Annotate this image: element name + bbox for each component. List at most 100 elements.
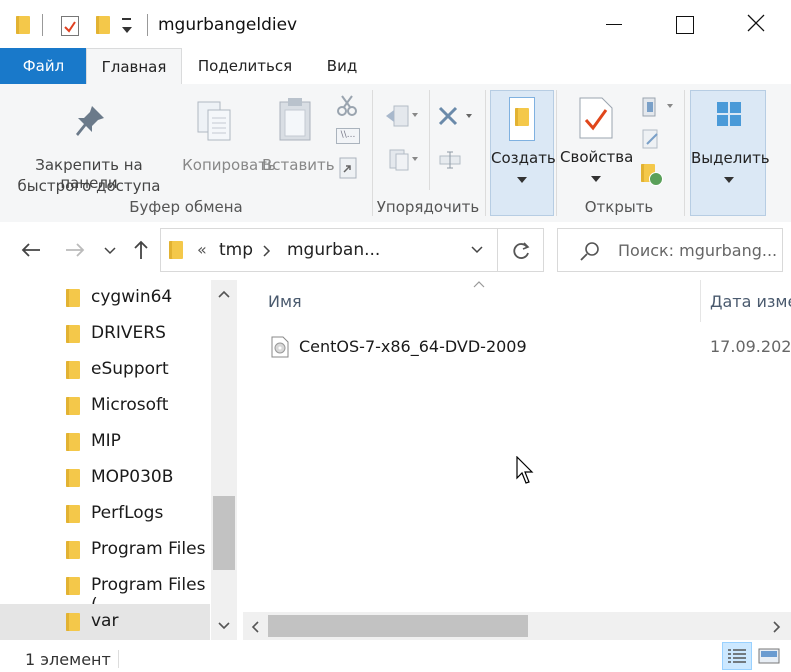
tab-view[interactable]: Вид — [312, 48, 372, 84]
chevron-down-icon — [517, 177, 527, 183]
large-icons-view-icon — [758, 648, 780, 664]
select-label: Выделить — [691, 149, 770, 167]
nav-item[interactable]: cygwin64 — [0, 280, 210, 316]
item-count: 1 элемент — [25, 650, 111, 669]
nav-item[interactable]: MOP030B — [0, 460, 210, 496]
group-separator — [684, 90, 685, 216]
scroll-up-icon[interactable] — [218, 290, 230, 298]
maximize-button[interactable] — [676, 16, 694, 34]
scroll-right-icon[interactable] — [773, 621, 781, 633]
divider — [42, 14, 43, 36]
nav-item-label: cygwin64 — [91, 287, 173, 307]
folder-icon — [169, 241, 183, 259]
paste-button[interactable]: Вставить — [262, 92, 335, 174]
nav-item-label: DRIVERS — [91, 323, 166, 343]
folder-icon — [66, 577, 80, 595]
file-list[interactable]: Имя Дата изме CentOS-7-x86_64-DVD-2009 1… — [243, 280, 791, 640]
folder-icon — [66, 433, 80, 451]
breadcrumb-overflow[interactable]: « — [197, 240, 207, 259]
folder-icon — [66, 397, 80, 415]
delete-icon[interactable] — [438, 106, 474, 128]
copy-icon — [197, 101, 231, 141]
create-icon-frame — [509, 97, 535, 141]
paste-icon — [279, 98, 311, 141]
paste-shortcut-icon[interactable] — [338, 156, 358, 180]
horizontal-scroll-thumb[interactable] — [268, 615, 528, 637]
breadcrumb-chevron-icon[interactable] — [263, 245, 271, 257]
column-divider[interactable] — [700, 280, 701, 322]
folder-icon — [16, 16, 30, 34]
nav-scroll-thumb[interactable] — [213, 496, 235, 570]
select-button[interactable]: Выделить — [690, 90, 770, 216]
address-history-chevron-icon[interactable] — [471, 246, 483, 254]
tab-home[interactable]: Главная — [86, 48, 182, 85]
create-label: Создать — [491, 149, 556, 167]
search-icon — [580, 242, 599, 261]
status-bar: 1 элемент — [0, 640, 791, 672]
nav-scrollbar[interactable] — [211, 280, 237, 640]
address-row: « tmp mgurban... Поиск: mgurbang... — [0, 222, 791, 280]
history-icon[interactable] — [641, 162, 663, 186]
tab-share[interactable]: Поделиться — [190, 48, 300, 84]
nav-item[interactable]: Microsoft — [0, 388, 210, 424]
create-button[interactable]: Создать — [490, 90, 556, 216]
ribbon-tabs: Файл Главная Поделиться Вид ? — [0, 48, 791, 124]
move-to-icon[interactable] — [384, 104, 418, 128]
copy-to-icon[interactable] — [384, 148, 418, 172]
nav-item-label: Program Files — [91, 539, 206, 559]
customize-qa-dropdown-icon[interactable] — [122, 18, 132, 36]
address-bar[interactable]: « tmp mgurban... — [160, 228, 544, 272]
rename-icon[interactable] — [438, 150, 462, 170]
large-icons-view-button[interactable] — [756, 644, 782, 668]
horizontal-scrollbar[interactable] — [243, 612, 791, 640]
close-button[interactable] — [743, 10, 769, 36]
recent-locations-chevron-icon[interactable] — [104, 247, 116, 255]
new-folder-icon — [515, 108, 529, 126]
cut-icon[interactable] — [336, 94, 358, 116]
folder-icon — [66, 613, 80, 631]
refresh-icon[interactable] — [511, 241, 531, 261]
nav-item-label: eSupport — [91, 359, 169, 379]
folder-icon — [66, 469, 80, 487]
properties-button[interactable]: Свойства — [560, 90, 633, 190]
open-icon[interactable] — [641, 96, 675, 118]
nav-item[interactable]: Program Files ( — [0, 568, 210, 615]
nav-item[interactable]: DRIVERS — [0, 316, 210, 352]
copy-button[interactable]: Копировать — [172, 92, 276, 174]
nav-item[interactable]: eSupport — [0, 352, 210, 388]
pin-quick-access-button[interactable]: Закрепить на панели быстрого доступа — [8, 92, 170, 195]
breadcrumb-tmp[interactable]: tmp — [219, 240, 253, 260]
nav-item[interactable]: PerfLogs — [0, 496, 210, 532]
pin-icon — [76, 106, 104, 136]
nav-item[interactable]: MIP — [0, 424, 210, 460]
edit-icon[interactable] — [641, 128, 661, 150]
nav-item-selected[interactable]: var — [0, 604, 210, 640]
breadcrumb-current[interactable]: mgurban... — [287, 240, 380, 260]
file-name: CentOS-7-x86_64-DVD-2009 — [299, 337, 527, 356]
up-arrow-icon[interactable] — [132, 239, 150, 261]
nav-item-label: PerfLogs — [91, 503, 164, 523]
group-clipboard-label: Буфер обмена — [129, 198, 243, 216]
group-separator — [485, 90, 486, 216]
minimize-button[interactable] — [604, 12, 626, 34]
new-folder-qa-icon[interactable] — [96, 16, 110, 34]
scroll-down-icon[interactable] — [218, 622, 230, 630]
group-separator — [556, 90, 557, 216]
copy-path-icon[interactable]: \\... — [336, 128, 360, 144]
properties-qa-icon[interactable] — [61, 16, 79, 36]
nav-item-label: MOP030B — [91, 467, 174, 487]
forward-arrow-icon[interactable] — [64, 242, 86, 258]
back-arrow-icon[interactable] — [20, 242, 42, 258]
tab-file[interactable]: Файл — [0, 48, 87, 84]
nav-item[interactable]: Program Files — [0, 532, 210, 568]
scroll-left-icon[interactable] — [251, 621, 259, 633]
folder-icon — [66, 505, 80, 523]
navigation-pane[interactable]: cygwin64 DRIVERS eSupport Microsoft MIP … — [0, 280, 237, 640]
divider — [147, 14, 148, 36]
column-header-date[interactable]: Дата изме — [710, 292, 791, 311]
group-separator — [429, 90, 430, 190]
column-header-name[interactable]: Имя — [268, 292, 302, 311]
search-box[interactable]: Поиск: mgurbang... — [557, 228, 783, 272]
file-row[interactable]: CentOS-7-x86_64-DVD-2009 17.09.2021 — [263, 332, 791, 362]
details-view-button[interactable] — [722, 642, 752, 670]
